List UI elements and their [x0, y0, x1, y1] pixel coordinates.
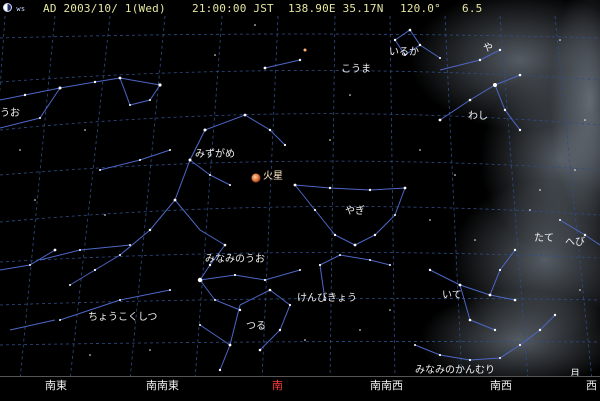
label-tate: たて [534, 233, 554, 244]
label-minaminouo: みなみのうお [205, 254, 265, 265]
label-kouma: こうま [341, 64, 371, 75]
label-hebi: へび [565, 237, 585, 248]
mars-planet[interactable] [251, 173, 261, 183]
status-coordinates: 138.90E 35.17N [288, 2, 384, 15]
label-minaminokanmuri: みなみのかんむり [415, 365, 495, 376]
status-limit-magnitude: 6.5 [462, 2, 483, 15]
label-iruka: いるか [389, 47, 419, 58]
direction-sse[interactable]: 南南東 [146, 377, 179, 393]
direction-w-partial[interactable]: 西 [586, 377, 597, 393]
planetarium-window: ws AD 2003/10/ 1(Wed) 21:00:00 JST 138.9… [0, 0, 600, 401]
milky-way [410, 0, 600, 390]
label-mizugame: みずがめ [195, 149, 235, 160]
status-time: 21:00:00 JST [192, 2, 274, 15]
direction-ssw[interactable]: 南南西 [370, 377, 403, 393]
label-kenbikyou: けんびきょう [297, 293, 357, 304]
status-view-angle: 120.0° [400, 2, 441, 15]
label-mars: 火星 [263, 171, 283, 182]
label-yagi: やぎ [345, 206, 365, 217]
direction-se[interactable]: 南東 [45, 377, 67, 393]
moon-phase-icon [3, 3, 12, 12]
sky-map[interactable] [0, 0, 600, 400]
label-uo: うお [0, 108, 20, 119]
direction-s[interactable]: 南 [272, 377, 283, 393]
label-washi: わし [468, 111, 488, 122]
label-choukokushitsu: ちょうこくしつ [88, 312, 158, 323]
moon-age-label: ws [12, 5, 26, 13]
label-ya: や [483, 43, 493, 54]
status-bar: ws AD 2003/10/ 1(Wed) 21:00:00 JST 138.9… [0, 0, 600, 16]
direction-sw[interactable]: 南西 [490, 377, 512, 393]
status-date: AD 2003/10/ 1(Wed) [43, 2, 166, 15]
label-ite: いて [442, 290, 462, 301]
label-tsuru: つる [246, 321, 266, 332]
